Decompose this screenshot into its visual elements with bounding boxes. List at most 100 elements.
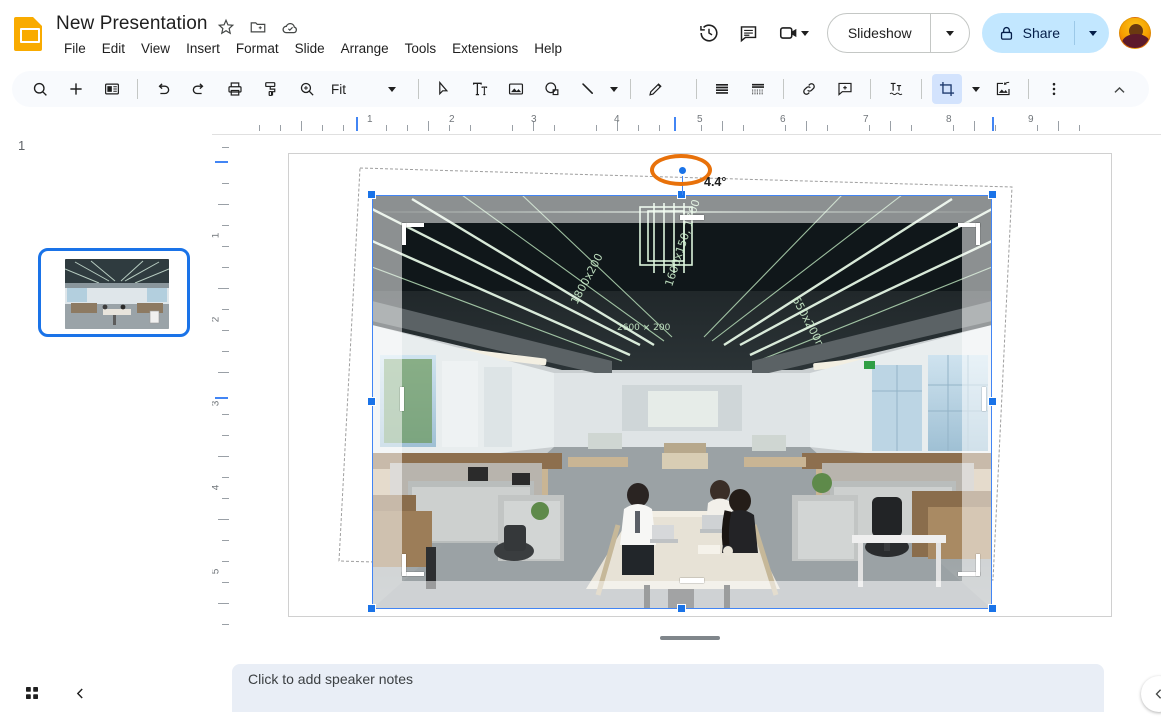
undo-icon[interactable] <box>148 74 178 104</box>
slideshow-label: Slideshow <box>847 25 912 41</box>
notes-resize-handle[interactable] <box>660 636 720 640</box>
star-icon[interactable] <box>216 17 236 37</box>
crop-image-icon[interactable] <box>932 74 962 104</box>
ruler-label: 8 <box>946 114 952 125</box>
insert-image-icon[interactable] <box>501 74 531 104</box>
share-button[interactable]: Share <box>981 13 1109 53</box>
divider <box>1028 79 1029 99</box>
slide-canvas-area[interactable]: 1600x150, 1700 1800x200 650x200mm 2600 ×… <box>232 135 1161 656</box>
resize-handle-bottom-center[interactable] <box>677 604 686 613</box>
line-options-chevron-down-icon[interactable] <box>603 75 623 103</box>
new-slide-icon[interactable] <box>61 74 91 104</box>
menu-extensions[interactable]: Extensions <box>444 39 526 58</box>
horizontal-ruler[interactable]: 1 2 3 4 5 6 7 8 9 <box>212 111 1161 135</box>
zoom-icon[interactable] <box>292 74 322 104</box>
slides-logo-icon <box>14 17 46 51</box>
divider <box>137 79 138 99</box>
grid-view-icon[interactable] <box>18 679 46 707</box>
ruler-label: 4 <box>212 485 221 491</box>
speaker-notes-pane <box>0 656 1161 722</box>
slideshow-options-chevron-down-icon[interactable] <box>931 14 969 52</box>
version-history-icon[interactable] <box>689 13 729 53</box>
layout-icon[interactable] <box>97 74 127 104</box>
resize-handle-top-right[interactable] <box>988 190 997 199</box>
menu-tools[interactable]: Tools <box>397 39 445 58</box>
list-item[interactable] <box>38 248 190 337</box>
insert-link-icon[interactable] <box>794 74 824 104</box>
video-camera-icon[interactable] <box>769 13 821 53</box>
resize-handle-middle-left[interactable] <box>367 397 376 406</box>
resize-handle-bottom-left[interactable] <box>367 604 376 613</box>
account-avatar[interactable] <box>1119 17 1151 49</box>
select-cursor-icon[interactable] <box>429 74 459 104</box>
ruler-label: 7 <box>863 114 869 125</box>
share-label: Share <box>1022 25 1060 41</box>
slide-filmstrip: 1 <box>0 111 212 656</box>
slideshow-button[interactable]: Slideshow <box>826 13 970 53</box>
print-icon[interactable] <box>220 74 250 104</box>
text-box-icon[interactable] <box>465 74 495 104</box>
slide-number: 1 <box>18 138 26 153</box>
header-actions: Slideshow Share <box>689 12 1151 54</box>
lock-icon <box>1000 26 1012 40</box>
search-icon[interactable] <box>25 74 55 104</box>
ruler-label: 1 <box>367 114 373 125</box>
add-comment-icon[interactable] <box>830 74 860 104</box>
line-icon[interactable] <box>573 74 603 104</box>
menu-slide[interactable]: Slide <box>287 39 333 58</box>
image-office-interior[interactable]: 1600x150, 1700 1800x200 650x200mm 2600 ×… <box>372 195 992 609</box>
crop-handle-top-left-v[interactable] <box>402 223 406 245</box>
zoom-chevron-down-icon[interactable] <box>378 75 404 103</box>
comment-history-icon[interactable] <box>729 13 769 53</box>
rotation-highlight-annotation <box>650 154 712 186</box>
crop-handle-bottom-left-v[interactable] <box>402 554 406 576</box>
resize-handle-bottom-right[interactable] <box>988 604 997 613</box>
menu-format[interactable]: Format <box>228 39 287 58</box>
main-toolbar: Fit <box>0 66 1161 111</box>
crop-handle-bottom-center[interactable] <box>680 578 704 583</box>
more-options-icon[interactable] <box>1039 74 1069 104</box>
line-spacing-icon[interactable] <box>743 74 773 104</box>
crop-handle-middle-right[interactable] <box>982 387 986 411</box>
speaker-notes-placeholder[interactable]: Click to add speaker notes <box>248 671 413 687</box>
redo-icon[interactable] <box>184 74 214 104</box>
crop-options-chevron-down-icon[interactable] <box>965 75 985 103</box>
menu-help[interactable]: Help <box>526 39 570 58</box>
menu-arrange[interactable]: Arrange <box>333 39 397 58</box>
share-options-chevron-down-icon[interactable] <box>1075 13 1109 53</box>
ruler-label: 5 <box>697 114 703 125</box>
ruler-label: 3 <box>531 114 537 125</box>
crop-handle-bottom-right-v[interactable] <box>976 554 980 576</box>
collapse-toolbar-icon[interactable] <box>1105 76 1133 104</box>
pen-icon[interactable] <box>641 74 671 104</box>
ruler-label: 2 <box>449 114 455 125</box>
resize-handle-middle-right[interactable] <box>988 397 997 406</box>
collapse-filmstrip-chevron-left-icon[interactable] <box>66 679 94 707</box>
crop-handle-top-center[interactable] <box>680 215 704 220</box>
menu-insert[interactable]: Insert <box>178 39 228 58</box>
ruler-label: 4 <box>614 114 620 125</box>
divider <box>418 79 419 99</box>
menu-file[interactable]: File <box>56 39 94 58</box>
mask-image-icon[interactable] <box>988 74 1018 104</box>
menu-view[interactable]: View <box>133 39 178 58</box>
page-title[interactable]: New Presentation <box>56 13 208 35</box>
svg-text:2600 × 200: 2600 × 200 <box>617 323 671 333</box>
paint-format-icon[interactable] <box>256 74 286 104</box>
shape-icon[interactable] <box>537 74 567 104</box>
crop-handle-middle-left[interactable] <box>400 387 404 411</box>
resize-handle-top-left[interactable] <box>367 190 376 199</box>
align-icon[interactable] <box>707 74 737 104</box>
cloud-saved-icon[interactable] <box>280 17 300 37</box>
ruler-label: 6 <box>780 114 786 125</box>
ruler-label: 5 <box>212 569 221 575</box>
move-to-folder-icon[interactable] <box>248 17 268 37</box>
text-fitting-icon[interactable] <box>881 74 911 104</box>
crop-handle-top-right-v[interactable] <box>976 223 980 245</box>
menu-edit[interactable]: Edit <box>94 39 133 58</box>
zoom-level-value[interactable]: Fit <box>325 82 352 97</box>
ruler-label: 2 <box>212 317 221 323</box>
chevron-down-icon[interactable] <box>801 30 810 36</box>
vertical-ruler[interactable]: 1 2 3 4 5 <box>212 135 232 656</box>
app-header: New Presentation File Edit View Insert F… <box>0 0 1161 66</box>
